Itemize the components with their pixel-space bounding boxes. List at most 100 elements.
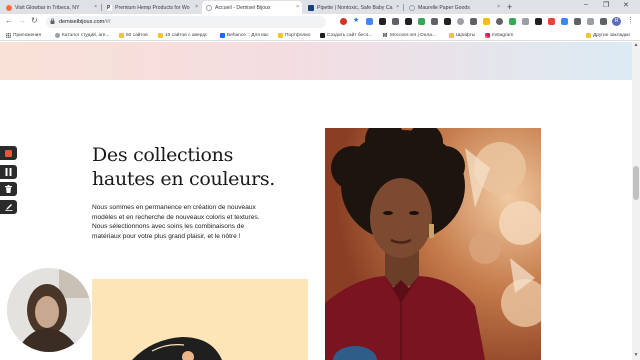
back-arrow-icon[interactable]: ← (5, 16, 13, 25)
extension-yellow-icon[interactable] (483, 18, 490, 25)
extension-gray-icon[interactable] (431, 18, 438, 25)
tab-maurelle[interactable]: Maurelle Paper Goods × (405, 1, 503, 14)
tab-close-icon[interactable]: × (94, 4, 97, 10)
extension-dark-icon[interactable] (535, 18, 542, 25)
extension-blue-icon[interactable] (366, 18, 373, 25)
bookmarks-bar: Приложения Каталог студий, аге... 50 сай… (0, 30, 640, 41)
extension-blue-icon[interactable] (561, 18, 568, 25)
extension-dark-icon[interactable] (405, 18, 412, 25)
globe-icon (55, 33, 60, 38)
web-page: Des collections hautes en couleurs. Nous… (0, 42, 640, 360)
bookmark-fonts[interactable]: Шрифты (449, 31, 475, 40)
webcam-person (7, 268, 91, 352)
bookmark-mocover[interactable]: M Mocover.net | Онла... (383, 31, 436, 40)
record-button[interactable] (0, 146, 17, 160)
forward-arrow-icon[interactable]: → (18, 16, 26, 25)
extension-dark-icon[interactable] (444, 18, 451, 25)
page-headline: Des collections hautes en couleurs. (92, 143, 292, 191)
headline-line-1: Des collections (92, 144, 234, 166)
bookmark-other[interactable]: Другие закладки (586, 31, 630, 40)
new-tab-button[interactable]: + (507, 2, 512, 12)
tab-bar: Visit Glowbar in Tribeca, NY × P Premium… (0, 0, 640, 14)
bookmark-catalog[interactable]: Каталог студий, аге... (55, 31, 109, 40)
extension-gray-icon[interactable] (470, 18, 477, 25)
bookmark-label: Instagram (492, 33, 514, 38)
extension-red-icon[interactable] (340, 18, 347, 25)
tab-label: Visit Glowbar in Tribeca, NY (15, 4, 80, 11)
folder-icon (449, 33, 454, 38)
loading-favicon-icon (409, 4, 415, 11)
bookmark-label: 10 сайтов с авердс (165, 33, 208, 38)
bookmark-star-icon[interactable]: ★ (353, 16, 360, 24)
extension-gray-icon[interactable] (457, 18, 464, 25)
screen-recorder-toolbar (0, 146, 17, 214)
illustration-art (92, 279, 308, 360)
folder-icon (119, 33, 124, 38)
tab-demisel-active[interactable]: Accueil - Demisel Bijoux × (202, 1, 302, 14)
bookmark-label: Другие закладки (593, 33, 630, 38)
bookmark-10-sites[interactable]: 10 сайтов с авердс (158, 31, 207, 40)
minimize-button[interactable]: – (584, 1, 588, 8)
tab-close-icon[interactable]: × (296, 4, 299, 10)
folder-icon (158, 33, 163, 38)
browser-toolbar: ← → ↻ demiselbijoux.com/#/ ★ R ⋮ (0, 14, 640, 30)
tab-label: Accueil - Demisel Bijoux (215, 4, 271, 11)
extension-gray-icon[interactable] (392, 18, 399, 25)
m-icon: M (383, 33, 388, 39)
tab-separator (403, 4, 404, 11)
extension-red-icon[interactable] (548, 18, 555, 25)
scrollbar-thumb[interactable] (633, 166, 639, 200)
bookmark-label: Портфолио (285, 33, 311, 38)
address-bar[interactable]: demiselbijoux.com/#/ (46, 16, 326, 28)
bookmark-50-sites[interactable]: 50 сайтов (119, 31, 148, 40)
pause-button[interactable] (0, 165, 17, 179)
bookmark-label: Behance :: Для вас (227, 33, 269, 38)
webcam-bubble[interactable] (7, 268, 91, 352)
bookmark-label: Mocover.net | Онла... (390, 33, 436, 38)
tab-close-icon[interactable]: × (195, 4, 198, 10)
menu-kebab-icon[interactable]: ⋮ (627, 16, 634, 24)
bookmark-instagram[interactable]: Instagram (485, 31, 513, 40)
bookmark-apps[interactable]: Приложения (6, 31, 41, 40)
tab-label: Pipette | Nontoxic, Safe Baby Ca (317, 4, 393, 11)
tab-close-icon[interactable]: × (497, 4, 500, 10)
draw-button[interactable] (0, 200, 17, 214)
portrait-illustration (325, 128, 541, 360)
close-window-button[interactable]: ✕ (623, 1, 629, 9)
instagram-icon (485, 33, 490, 38)
delete-button[interactable] (0, 182, 17, 196)
maximize-button[interactable]: ❐ (603, 1, 609, 9)
extension-gray-icon[interactable] (522, 18, 529, 25)
bookmark-portfolio[interactable]: Портфолио (278, 31, 311, 40)
reload-icon[interactable]: ↻ (31, 16, 38, 25)
profile-avatar[interactable]: R (612, 17, 621, 26)
wix-icon (320, 33, 325, 38)
tab-pipette[interactable]: Pipette | Nontoxic, Safe Baby Ca × (304, 1, 402, 14)
tab-label: Maurelle Paper Goods (418, 4, 470, 11)
bookmark-label: Каталог студий, аге... (62, 33, 110, 38)
bookmark-behance[interactable]: Behance :: Для вас (220, 31, 269, 40)
extension-dark-icon[interactable] (379, 18, 386, 25)
apps-grid-icon (6, 33, 11, 38)
pipette-favicon-icon (308, 4, 314, 11)
tab-close-icon[interactable]: × (396, 4, 399, 10)
bookmark-label: Приложения (13, 33, 42, 38)
extension-green-icon[interactable] (509, 18, 516, 25)
puzzle-extensions-icon[interactable] (600, 18, 607, 25)
bookmark-wix[interactable]: Создать сайт бесп... (320, 31, 372, 40)
scroll-up-icon[interactable]: ▲ (633, 42, 639, 48)
headline-line-2: hautes en couleurs. (92, 168, 276, 190)
extension-gray-icon[interactable] (587, 18, 594, 25)
extension-green-icon[interactable] (418, 18, 425, 25)
extension-gray-icon[interactable] (574, 18, 581, 25)
tab-hemp[interactable]: P Premium Hemp Products for Wo × (103, 1, 201, 14)
scroll-down-icon[interactable]: ▼ (633, 352, 639, 358)
tab-separator (101, 4, 102, 11)
extension-gray-icon[interactable] (496, 18, 503, 25)
page-scrollbar[interactable]: ▲ ▼ (632, 42, 640, 360)
bookmark-label: Шрифты (456, 33, 476, 38)
url-text: demiselbijoux.com/#/ (59, 19, 110, 25)
url-host: demiselbijoux.com (59, 18, 105, 25)
glowbar-favicon-icon (6, 4, 12, 11)
tab-glowbar[interactable]: Visit Glowbar in Tribeca, NY × (2, 1, 100, 14)
